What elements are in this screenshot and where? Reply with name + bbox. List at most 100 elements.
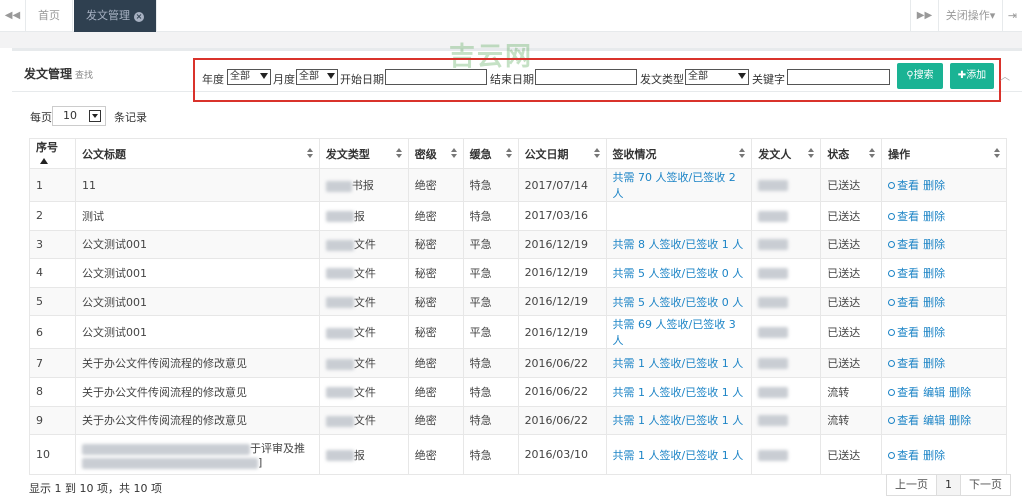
redacted-text bbox=[758, 180, 789, 191]
cell-urgency: 特急 bbox=[462, 168, 519, 202]
year-select[interactable]: 全部 bbox=[227, 69, 271, 85]
cell-date: 2016/12/19 bbox=[517, 258, 607, 288]
redacted-text bbox=[81, 443, 250, 455]
scroll-right-icon[interactable]: ▶▶ bbox=[910, 0, 938, 32]
column-header-sign-status[interactable]: 签收情况 bbox=[605, 138, 753, 169]
column-header-no[interactable]: 序号 bbox=[29, 138, 76, 169]
action-0-link[interactable]: 查看 bbox=[888, 179, 919, 192]
cell-actions: 查看 编辑 删除 bbox=[881, 376, 1007, 407]
page-1-button[interactable]: 1 bbox=[936, 474, 961, 496]
cell-actions: 查看 删除 bbox=[881, 258, 1007, 288]
cell-sender bbox=[751, 376, 822, 407]
tab-document-management[interactable]: 发文管理 × bbox=[74, 0, 157, 32]
action-label: 编辑 bbox=[923, 385, 946, 399]
action-1-link[interactable]: 编辑 bbox=[923, 414, 945, 427]
column-header-status-label: 状态 bbox=[827, 147, 850, 161]
action-1-link[interactable]: 删除 bbox=[923, 326, 945, 339]
cell-date: 2016/06/22 bbox=[517, 348, 607, 378]
cell-sign-status-link[interactable]: 共需 1 人签收/已签收 1 人 bbox=[605, 434, 753, 476]
close-tab-icon[interactable]: × bbox=[134, 12, 144, 22]
document-type-select[interactable]: 全部 bbox=[685, 69, 749, 85]
cell-urgency: 平急 bbox=[462, 229, 519, 260]
column-header-urgency[interactable]: 缓急 bbox=[462, 138, 519, 169]
action-0-link[interactable]: 查看 bbox=[888, 449, 919, 462]
exit-icon[interactable]: ⇥ bbox=[1002, 0, 1022, 32]
action-1-link[interactable]: 编辑 bbox=[923, 386, 945, 399]
cell-secrecy: 绝密 bbox=[407, 434, 464, 476]
cell-status: 已送达 bbox=[820, 168, 883, 202]
column-header-type[interactable]: 发文类型 bbox=[318, 138, 409, 169]
redacted-text bbox=[81, 457, 258, 469]
cell-no: 10 bbox=[29, 434, 76, 476]
column-header-sender[interactable]: 发文人 bbox=[751, 138, 822, 169]
cell-type: 文件 bbox=[318, 315, 409, 350]
action-0-link[interactable]: 查看 bbox=[888, 357, 919, 370]
cell-sender bbox=[751, 258, 822, 288]
action-1-link[interactable]: 删除 bbox=[923, 449, 945, 462]
next-page-button[interactable]: 下一页 bbox=[960, 474, 1011, 496]
end-date-input[interactable] bbox=[535, 69, 637, 85]
page-title: 发文管理 查找 bbox=[24, 65, 93, 82]
action-0-link[interactable]: 查看 bbox=[888, 267, 919, 280]
action-label: 删除 bbox=[923, 357, 946, 371]
redacted-text bbox=[758, 210, 789, 222]
column-header-sign-status-label: 签收情况 bbox=[612, 147, 657, 161]
start-date-input[interactable] bbox=[385, 69, 487, 85]
action-1-link[interactable]: 删除 bbox=[923, 357, 945, 370]
action-0-link[interactable]: 查看 bbox=[888, 326, 919, 339]
action-1-link[interactable]: 删除 bbox=[923, 296, 945, 309]
column-header-actions[interactable]: 操作 bbox=[881, 138, 1007, 169]
action-1-link[interactable]: 删除 bbox=[923, 238, 945, 251]
cell-sign-status-link[interactable]: 共需 5 人签收/已签收 0 人 bbox=[605, 286, 753, 317]
cell-type: 文件 bbox=[318, 229, 409, 260]
column-header-status[interactable]: 状态 bbox=[820, 138, 883, 169]
column-header-sender-label: 发文人 bbox=[758, 147, 792, 161]
cell-sign-status-link[interactable]: 共需 70 人签收/已签收 2 人 bbox=[605, 168, 753, 202]
action-1-link[interactable]: 删除 bbox=[923, 210, 945, 223]
scroll-left-icon[interactable]: ◀◀ bbox=[0, 0, 26, 32]
month-label: 月度 bbox=[273, 73, 295, 86]
cell-type: 报 bbox=[318, 201, 409, 231]
column-header-title[interactable]: 公文标题 bbox=[74, 138, 320, 169]
column-header-date[interactable]: 公文日期 bbox=[517, 138, 607, 169]
cell-sign-status-link[interactable] bbox=[605, 201, 753, 231]
action-0-link[interactable]: 查看 bbox=[888, 296, 919, 309]
collapse-panel-icon[interactable]: ︿ bbox=[1000, 68, 1010, 83]
cell-sign-status-link[interactable]: 共需 69 人签收/已签收 3 人 bbox=[605, 315, 753, 350]
action-1-link[interactable]: 删除 bbox=[923, 179, 945, 192]
column-header-title-label: 公文标题 bbox=[81, 147, 126, 161]
cell-sign-status-link[interactable]: 共需 1 人签收/已签收 1 人 bbox=[605, 348, 753, 378]
action-0-link[interactable]: 查看 bbox=[888, 210, 919, 223]
cell-sign-status-link[interactable]: 共需 5 人签收/已签收 0 人 bbox=[605, 258, 753, 288]
page-size-suffix: 条记录 bbox=[114, 111, 147, 124]
search-button[interactable]: ⚲搜索 bbox=[897, 63, 943, 89]
month-select[interactable]: 全部 bbox=[296, 69, 338, 85]
action-2-link[interactable]: 删除 bbox=[949, 414, 971, 427]
column-header-secrecy[interactable]: 密级 bbox=[407, 138, 464, 169]
cell-status: 已送达 bbox=[820, 434, 883, 476]
title-line2-tail: ] bbox=[257, 456, 263, 470]
redacted-text bbox=[758, 239, 789, 251]
cell-no: 8 bbox=[29, 376, 76, 407]
page-size-select[interactable]: 10 bbox=[52, 106, 106, 126]
keyword-input[interactable] bbox=[787, 69, 890, 85]
table-row: 8 关于办公文件传阅流程的修改意见 文件 绝密 特急 2016/06/22 共需 1 人签收… bbox=[29, 376, 1007, 407]
action-0-link[interactable]: 查看 bbox=[888, 386, 919, 399]
column-header-actions-label: 操作 bbox=[888, 147, 911, 161]
action-1-link[interactable]: 删除 bbox=[923, 267, 945, 280]
action-2-link[interactable]: 删除 bbox=[949, 386, 971, 399]
redacted-text bbox=[325, 358, 354, 370]
cell-sender bbox=[751, 348, 822, 378]
cell-sign-status-link[interactable]: 共需 8 人签收/已签收 1 人 bbox=[605, 229, 753, 260]
prev-page-button[interactable]: 上一页 bbox=[886, 474, 937, 496]
action-0-link[interactable]: 查看 bbox=[888, 238, 919, 251]
redacted-text bbox=[325, 297, 354, 309]
add-button[interactable]: ✚添加 bbox=[950, 63, 994, 89]
chevron-down-icon bbox=[327, 73, 335, 79]
cell-sign-status-link[interactable]: 共需 1 人签收/已签收 1 人 bbox=[605, 405, 753, 436]
tab-home[interactable]: 首页 bbox=[26, 0, 73, 32]
action-0-link[interactable]: 查看 bbox=[888, 414, 919, 427]
cell-sign-status-link[interactable]: 共需 1 人签收/已签收 1 人 bbox=[605, 376, 753, 407]
close-operations-menu[interactable]: 关闭操作▾ bbox=[938, 0, 1002, 32]
chevron-down-icon bbox=[260, 73, 268, 79]
